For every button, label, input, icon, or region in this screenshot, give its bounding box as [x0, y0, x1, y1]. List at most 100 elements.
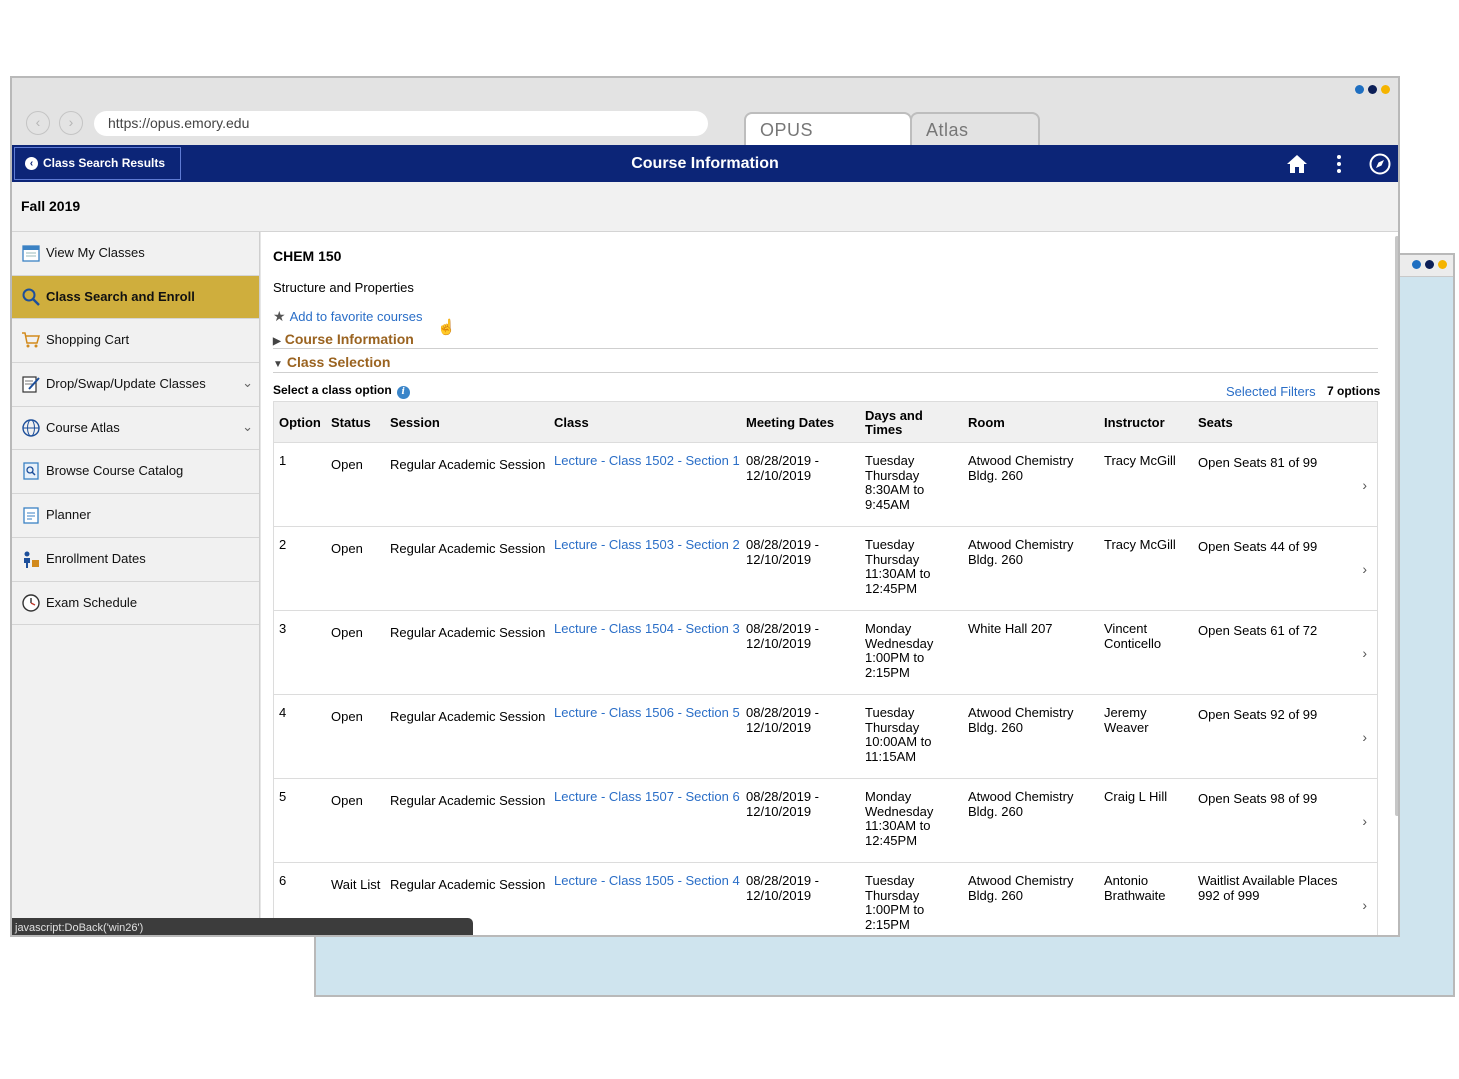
chevron-down-icon[interactable]: ⌄ [242, 375, 253, 391]
table-row[interactable]: 3 Open Regular Academic Session Lecture … [273, 611, 1378, 695]
home-icon[interactable] [1285, 152, 1309, 176]
seats-line-1: Open Seats 98 of 99 [1198, 791, 1318, 806]
tab-opus[interactable]: OPUS [744, 112, 912, 146]
cell-session: Regular Academic Session [390, 709, 546, 724]
course-information-toggle[interactable]: ▶ Course Information [273, 331, 414, 347]
cell-days-times: Tuesday Thursday 11:30AM to 12:45PM [865, 537, 931, 596]
content-scrollbar[interactable] [1395, 236, 1398, 816]
class-search-results-back-button[interactable]: ‹ Class Search Results [14, 147, 181, 180]
cell-class-link[interactable]: Lecture - Class 1505 - Section 4 [554, 873, 740, 889]
instructor-line-2: Brathwaite [1104, 887, 1166, 903]
table-header: Option Status Session Class Meeting Date… [273, 401, 1378, 443]
cell-option: 2 [279, 537, 287, 552]
seats-line-1: Open Seats 81 of 99 [1198, 455, 1318, 470]
compass-icon[interactable] [1368, 152, 1392, 176]
cell-days-times: Monday Wednesday 11:30AM to 12:45PM [865, 789, 933, 848]
cell-class-link[interactable]: Lecture - Class 1506 - Section 5 [554, 705, 740, 721]
table-row[interactable]: 4 Open Regular Academic Session Lecture … [273, 695, 1378, 779]
col-days-line: Days and [865, 408, 923, 423]
selected-filters-link[interactable]: Selected Filters [1226, 384, 1316, 399]
planner-icon [23, 507, 39, 524]
day-1: Tuesday [865, 453, 915, 468]
cell-instructor: Tracy McGill [1104, 537, 1176, 553]
sidebar-item-shopping-cart[interactable]: Shopping Cart [12, 319, 259, 364]
sidebar-item-view-my-classes[interactable]: View My Classes [12, 232, 259, 276]
chevron-right-icon[interactable]: › [1362, 813, 1367, 829]
cell-instructor: Antonio Brathwaite [1104, 873, 1166, 903]
table-row[interactable]: 1 Open Regular Academic Session Lecture … [273, 443, 1378, 527]
calendar-icon [22, 245, 40, 262]
caret-right-icon: ▶ [273, 336, 281, 347]
sidebar-item-exam-schedule[interactable]: Exam Schedule [12, 582, 259, 626]
table-row[interactable]: 2 Open Regular Academic Session Lecture … [273, 527, 1378, 611]
sidebar-item-class-search-and-enroll[interactable]: Class Search and Enroll [12, 275, 259, 320]
cell-option: 3 [279, 621, 287, 636]
clock-icon [22, 593, 40, 612]
divider [273, 348, 1378, 349]
tab-atlas[interactable]: Atlas [910, 112, 1040, 146]
sidebar-item-drop-swap-update[interactable]: Drop/Swap/Update Classes ⌄ [12, 363, 259, 407]
cell-seats: Open Seats 61 of 72 [1198, 623, 1317, 639]
cell-option: 4 [279, 705, 287, 720]
sidebar-item-planner[interactable]: Planner [12, 494, 259, 538]
cell-option: 6 [279, 873, 287, 888]
cell-class-link[interactable]: Lecture - Class 1507 - Section 6 [554, 789, 740, 805]
add-to-favorites-link[interactable]: ★ Add to favorite courses [273, 308, 423, 325]
address-bar[interactable]: https://opus.emory.edu [94, 111, 708, 136]
browser-chrome: ‹ › https://opus.emory.edu OPUS Atlas [12, 78, 1398, 146]
class-selection-toggle[interactable]: ▼ Class Selection [273, 354, 390, 370]
browser-back-button[interactable]: ‹ [26, 111, 50, 135]
seats-line-1: Open Seats 92 of 99 [1198, 707, 1318, 722]
instructor-line-1: Jeremy [1104, 705, 1147, 720]
star-icon: ★ [273, 308, 286, 324]
cell-class-link[interactable]: Lecture - Class 1503 - Section 2 [554, 537, 740, 553]
cell-class-link[interactable]: Lecture - Class 1502 - Section 1 [554, 453, 740, 469]
chevron-right-icon[interactable]: › [1362, 729, 1367, 745]
sidebar-item-browse-course-catalog[interactable]: Browse Course Catalog [12, 450, 259, 495]
instructor-line-1: Tracy McGill [1104, 537, 1176, 552]
navy-dot-icon [1425, 260, 1434, 269]
navy-dot-icon [1368, 85, 1377, 94]
cell-seats: Open Seats 44 of 99 [1198, 539, 1317, 555]
catalog-icon [23, 462, 39, 481]
sidebar-item-course-atlas[interactable]: Course Atlas ⌄ [12, 407, 259, 451]
sidebar-item-enrollment-dates[interactable]: Enrollment Dates [12, 538, 259, 582]
table-row[interactable]: 5 Open Regular Academic Session Lecture … [273, 779, 1378, 863]
time-end: 2:15PM [865, 664, 910, 680]
chevron-right-icon[interactable]: › [1362, 645, 1367, 661]
room-line-2: Bldg. 260 [968, 887, 1023, 903]
chevron-right-icon[interactable]: › [1362, 561, 1367, 577]
cell-session: Regular Academic Session [390, 793, 546, 808]
main-content: CHEM 150 Structure and Properties ★ Add t… [261, 232, 1398, 935]
col-class: Class [554, 415, 589, 430]
term-label: Fall 2019 [21, 198, 81, 214]
cell-meeting-dates: 08/28/2019 -12/10/2019 [746, 789, 819, 819]
time-end: 9:45AM [865, 496, 910, 512]
info-icon[interactable]: i [396, 386, 410, 399]
instructor-line-1: Antonio [1104, 873, 1149, 888]
time-end: 11:15AM [865, 748, 917, 764]
cell-status: Open [331, 793, 363, 808]
blue-dot-icon [1412, 260, 1421, 269]
cell-class-link[interactable]: Lecture - Class 1504 - Section 3 [554, 621, 740, 637]
date-end: 12/10/2019 [746, 635, 812, 651]
room-line-1: Atwood Chemistry [968, 873, 1074, 888]
chevron-right-icon[interactable]: › [1362, 897, 1367, 913]
cell-session: Regular Academic Session [390, 625, 546, 640]
room-line-1: Atwood Chemistry [968, 453, 1074, 468]
chevron-right-icon[interactable]: › [1362, 477, 1367, 493]
sidebar-item-label: View My Classes [46, 245, 145, 260]
chevron-down-icon[interactable]: ⌄ [242, 419, 253, 435]
cell-meeting-dates: 08/28/2019 -12/10/2019 [746, 621, 820, 651]
more-vertical-icon[interactable] [1327, 152, 1351, 176]
back-button-label: Class Search Results [43, 156, 166, 170]
gold-dot-icon [1381, 85, 1390, 94]
caret-down-icon: ▼ [273, 359, 283, 370]
day-1: Tuesday [865, 873, 915, 888]
cell-instructor: Jeremy Weaver [1104, 705, 1149, 735]
instructor-line-1: Tracy McGill [1104, 453, 1176, 468]
browser-forward-button[interactable]: › [59, 111, 83, 135]
date-start: 08/28/2019 - [746, 621, 820, 636]
cell-meeting-dates: 08/28/2019 -12/10/2019 [746, 537, 819, 567]
cell-days-times: Tuesday Thursday 10:00AM to 11:15AM [865, 705, 932, 764]
